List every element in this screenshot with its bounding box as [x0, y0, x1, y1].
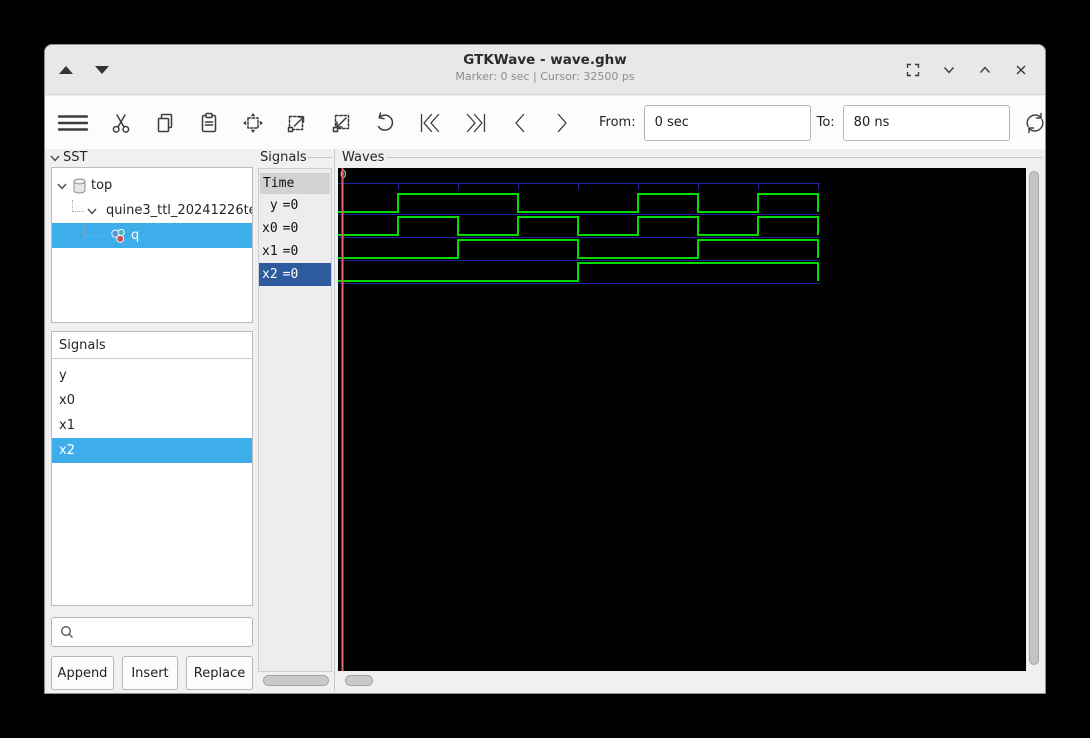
replace-button[interactable]: Replace	[186, 656, 253, 690]
signal-item-x1[interactable]: x1	[52, 413, 252, 438]
copy-button[interactable]	[153, 106, 177, 140]
name-row-x2[interactable]: x2 =0	[259, 263, 331, 286]
skip-to-start-icon	[420, 113, 440, 132]
module-icon	[111, 228, 125, 243]
menu-icon	[57, 114, 89, 131]
menu-button[interactable]	[57, 106, 89, 140]
cut-button[interactable]	[109, 106, 133, 140]
to-input[interactable]	[842, 104, 1010, 141]
database-icon	[73, 177, 86, 194]
zoom-out-button[interactable]	[329, 106, 353, 140]
frame-line	[308, 157, 332, 158]
tree-item-label: q	[131, 228, 140, 243]
tree-item-label: top	[91, 178, 113, 193]
zoom-in-icon	[287, 115, 305, 132]
signal-item-x0[interactable]: x0	[52, 388, 252, 413]
marker-cursor-status: Marker: 0 sec | Cursor: 32500 ps	[455, 70, 635, 83]
skip-to-end-icon	[466, 113, 486, 132]
names-hscrollbar[interactable]	[263, 675, 329, 686]
chevron-down-icon	[57, 183, 67, 190]
skip-to-start-button[interactable]	[417, 106, 443, 140]
search-input[interactable]	[75, 618, 252, 646]
step-back-icon	[515, 113, 525, 132]
signal-item-x2[interactable]: x2	[52, 438, 252, 463]
append-button[interactable]: Append	[51, 656, 114, 690]
undo-icon	[377, 111, 394, 131]
reload-icon	[1026, 112, 1044, 133]
tree-item-quine3[interactable]: quine3_ttl_20241226tes	[52, 198, 252, 223]
time-header[interactable]: Time	[260, 173, 330, 194]
gtkwave-window: GTKWave - wave.ghw Marker: 0 sec | Curso…	[44, 44, 1046, 694]
zoom-fit-button[interactable]	[241, 106, 265, 140]
desktop: GTKWave - wave.ghw Marker: 0 sec | Curso…	[0, 0, 1090, 738]
sst-label: SST	[63, 150, 88, 165]
skip-to-end-button[interactable]	[463, 106, 489, 140]
zoom-in-button[interactable]	[285, 106, 309, 140]
waves-hscrollbar[interactable]	[345, 675, 373, 686]
names-panel-label: Signals	[260, 150, 307, 165]
reload-button[interactable]	[1022, 106, 1045, 140]
tree-item-top[interactable]: top	[52, 173, 252, 198]
to-label: To:	[816, 115, 835, 130]
undo-button[interactable]	[373, 106, 397, 140]
step-forward-icon	[557, 113, 567, 132]
maximize-icon[interactable]	[975, 60, 995, 80]
minimize-icon[interactable]	[939, 60, 959, 80]
search-icon	[61, 626, 73, 638]
from-input[interactable]	[643, 104, 811, 141]
cut-icon	[112, 113, 130, 133]
paste-button[interactable]	[197, 106, 221, 140]
titlebar[interactable]: GTKWave - wave.ghw Marker: 0 sec | Curso…	[45, 45, 1045, 95]
restore-icon[interactable]	[903, 60, 923, 80]
tree-item-label: quine3_ttl_20241226tes	[106, 203, 252, 218]
chevron-down-icon	[87, 208, 97, 215]
waves-panel-label: Waves	[342, 150, 385, 165]
from-label: From:	[599, 115, 636, 130]
name-row-y[interactable]: y =0	[259, 194, 331, 217]
zoom-out-icon	[332, 114, 350, 132]
signal-search[interactable]	[51, 617, 253, 647]
paste-icon	[201, 112, 217, 132]
signals-list-header: Signals	[52, 332, 252, 359]
window-title: GTKWave - wave.ghw	[463, 52, 627, 68]
copy-icon	[157, 113, 173, 132]
tree-connector	[84, 224, 104, 237]
chevron-down-icon	[50, 155, 60, 162]
tree-connector	[72, 199, 84, 212]
step-forward-button[interactable]	[551, 106, 573, 140]
waves-vscrollbar[interactable]	[1029, 171, 1039, 665]
zoom-fit-icon	[243, 112, 263, 133]
shade-up-icon[interactable]	[59, 66, 73, 74]
shade-down-icon[interactable]	[95, 66, 109, 74]
signals-list: Signals y x0 x1 x2	[51, 331, 253, 606]
wave-canvas-area[interactable]: 0	[338, 168, 1026, 671]
signal-item-y[interactable]: y	[52, 363, 252, 388]
toolbar: From: To:	[45, 96, 1045, 149]
close-icon[interactable]	[1011, 60, 1031, 80]
name-row-x1[interactable]: x1 =0	[259, 240, 331, 263]
sst-tree: top quine3_ttl_20241226tes q	[51, 167, 253, 323]
waveform-svg	[338, 168, 820, 671]
step-back-button[interactable]	[509, 106, 531, 140]
name-row-x0[interactable]: x0 =0	[259, 217, 331, 240]
insert-button[interactable]: Insert	[122, 656, 178, 690]
pane-divider[interactable]	[334, 149, 335, 691]
sst-header[interactable]: SST	[49, 150, 87, 165]
names-panel: Time y =0 x0 =0 x1 =0 x2 =0	[258, 168, 332, 672]
tree-item-q[interactable]: q	[52, 223, 252, 248]
frame-line	[387, 157, 1042, 158]
